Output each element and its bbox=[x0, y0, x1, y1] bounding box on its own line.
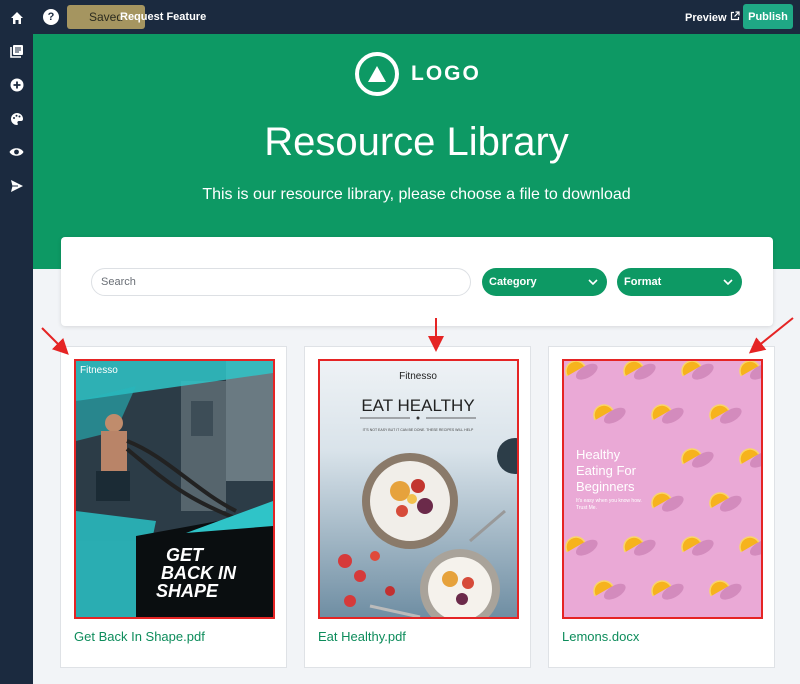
format-dropdown-label: Format bbox=[624, 276, 662, 288]
cover-tagline: IT'S NOT EASY BUT IT CAN BE DONE. THESE … bbox=[363, 428, 474, 432]
chevron-down-icon bbox=[723, 276, 733, 288]
cover-headline: EAT HEALTHY bbox=[361, 396, 474, 415]
external-link-icon bbox=[730, 11, 740, 24]
home-icon[interactable] bbox=[8, 9, 25, 26]
cover-tagline-2: Trust Me. bbox=[576, 505, 597, 511]
palette-icon[interactable] bbox=[8, 110, 25, 127]
logo-triangle-icon bbox=[355, 52, 399, 96]
file-name-link[interactable]: Eat Healthy.pdf bbox=[318, 629, 406, 644]
preview-link[interactable]: Preview bbox=[685, 11, 740, 24]
cover-brand: Fitnesso bbox=[80, 365, 118, 376]
cover-headline-1: Healthy bbox=[576, 447, 621, 462]
cover-tagline-1: It's easy when you know how. bbox=[576, 498, 642, 504]
request-feature-link[interactable]: Request Feature bbox=[120, 11, 206, 23]
publish-button[interactable]: Publish bbox=[743, 4, 793, 29]
eye-icon[interactable] bbox=[8, 143, 25, 160]
resource-thumbnail[interactable]: Healthy Eating For Beginners It's easy w… bbox=[562, 359, 763, 619]
top-toolbar: ? Saved Request Feature Preview Publish bbox=[33, 0, 800, 34]
cover-brand: Fitnesso bbox=[399, 371, 437, 382]
help-icon[interactable]: ? bbox=[43, 9, 59, 25]
resource-thumbnail[interactable]: Fitnesso GET BACK IN SHAPE bbox=[74, 359, 275, 619]
send-icon[interactable] bbox=[8, 177, 25, 194]
resource-card[interactable]: Fitnesso EAT HEALTHY IT'S NOT EASY BUT I… bbox=[304, 346, 531, 668]
category-dropdown-label: Category bbox=[489, 276, 537, 288]
resource-thumbnail[interactable]: Fitnesso EAT HEALTHY IT'S NOT EASY BUT I… bbox=[318, 359, 519, 619]
logo: LOGO bbox=[355, 52, 481, 96]
cover-headline-1: GET bbox=[166, 545, 205, 565]
hero-banner: LOGO Resource Library This is our resour… bbox=[33, 34, 800, 269]
cover-headline-2: BACK IN bbox=[161, 563, 237, 583]
resource-card[interactable]: Healthy Eating For Beginners It's easy w… bbox=[548, 346, 775, 668]
add-icon[interactable] bbox=[8, 76, 25, 93]
cover-headline-3: SHAPE bbox=[156, 581, 219, 601]
page-title: Resource Library bbox=[264, 120, 569, 164]
left-sidebar bbox=[0, 0, 33, 684]
chevron-down-icon bbox=[588, 276, 598, 288]
logo-text: LOGO bbox=[411, 62, 481, 85]
file-name-link[interactable]: Lemons.docx bbox=[562, 629, 639, 644]
cover-headline-2: Eating For bbox=[576, 463, 637, 478]
preview-label: Preview bbox=[685, 11, 727, 24]
format-dropdown[interactable]: Format bbox=[617, 268, 742, 296]
cover-headline-3: Beginners bbox=[576, 479, 635, 494]
category-dropdown[interactable]: Category bbox=[482, 268, 607, 296]
search-input[interactable] bbox=[91, 268, 471, 296]
filter-panel: Category Format bbox=[61, 237, 773, 326]
pages-icon[interactable] bbox=[8, 42, 25, 59]
page-subtitle: This is our resource library, please cho… bbox=[202, 186, 631, 203]
resource-card[interactable]: Fitnesso GET BACK IN SHAPE Get Back In S… bbox=[60, 346, 287, 668]
file-name-link[interactable]: Get Back In Shape.pdf bbox=[74, 629, 205, 644]
